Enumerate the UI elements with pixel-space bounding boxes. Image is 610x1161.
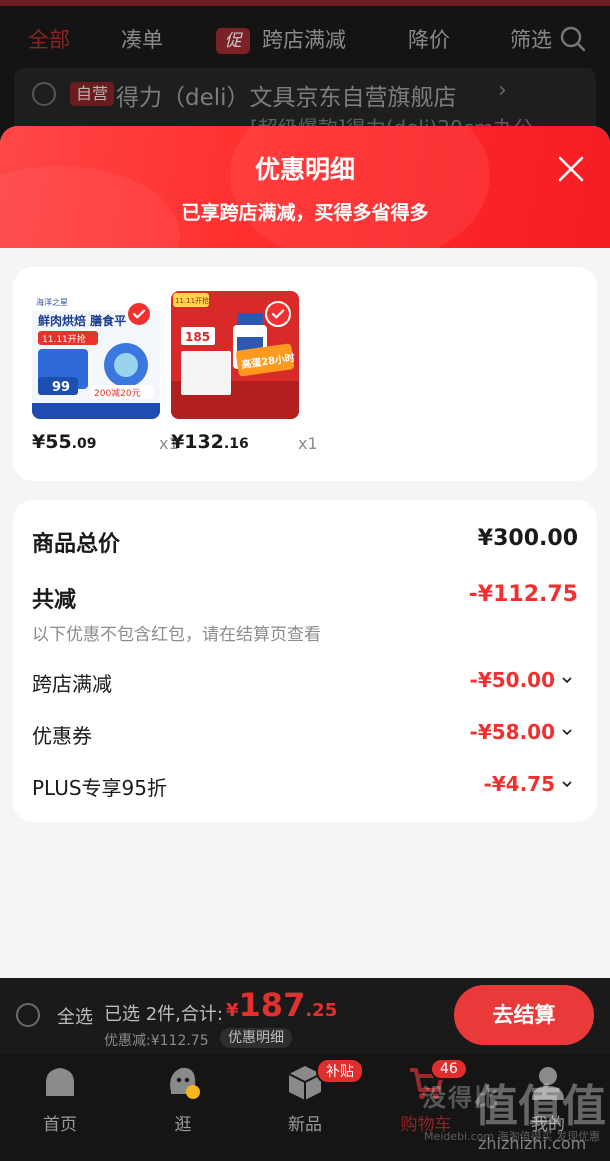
filter-screen[interactable]: 筛选 <box>510 24 552 54</box>
select-all-checkbox[interactable] <box>16 1003 40 1027</box>
discount-row-amount[interactable]: -¥58.00 <box>470 720 573 744</box>
total-decimal: .25 <box>305 1000 338 1021</box>
filter-cross-store-label: 跨店满减 <box>262 28 346 52</box>
select-all-label[interactable]: 全选 <box>57 1003 93 1029</box>
filter-bundle[interactable]: 凑单 <box>121 24 163 54</box>
products-card: 海洋之星 鲜肉烘焙 膳食平 11.11开抢 99 200减20元 ¥55.09 … <box>13 267 597 481</box>
product-price: ¥55.09 <box>32 431 96 453</box>
product-image[interactable]: 海洋之星 鲜肉烘焙 膳食平 11.11开抢 99 200减20元 <box>32 291 160 419</box>
watermark-url: zhizhizhi.com <box>478 1134 587 1153</box>
thumb-tag: 11.11开抢 <box>42 333 86 345</box>
chevron-down-icon <box>562 729 572 736</box>
discount-value: -¥50.00 <box>469 668 555 692</box>
shop-name[interactable]: 得力（deli）文具京东自营旗舰店 <box>116 78 457 112</box>
discount-row-amount[interactable]: -¥4.75 <box>483 772 573 796</box>
total-price-amount: ¥300.00 <box>477 526 578 551</box>
tab-home[interactable]: 首页 <box>10 1062 110 1135</box>
discount-summary: 优惠减:¥112.75 <box>104 1033 209 1049</box>
checkmark-icon <box>126 301 152 327</box>
discount-value: -¥58.00 <box>469 720 555 744</box>
chevron-right-icon: › <box>498 78 507 103</box>
explore-icon <box>170 1067 200 1099</box>
filter-cross-store[interactable]: 促跨店满减 <box>216 24 346 54</box>
subsidy-badge: 补贴 <box>316 1058 364 1084</box>
discount-row-label: 优惠券 <box>32 724 92 748</box>
thumb-coupon: 200减20元 <box>94 387 141 399</box>
chevron-down-icon <box>562 781 572 788</box>
total-price-label: 商品总价 <box>32 532 121 557</box>
thumb-price: 185 <box>185 330 210 344</box>
product-image[interactable]: 11.11开抢 185 高蛋28小时 <box>171 291 299 419</box>
thumb-text: 鲜肉烘焙 膳食平 <box>38 313 126 328</box>
currency-symbol: ¥ <box>226 1000 239 1021</box>
total-reduction-label: 共减 <box>32 588 77 613</box>
filter-price-drop[interactable]: 降价 <box>408 24 450 54</box>
discount-row-amount[interactable]: -¥50.00 <box>470 668 573 692</box>
total-reduction-amount: -¥112.75 <box>468 582 578 607</box>
filter-bar: 全部 凑单 促跨店满减 降价 筛选 <box>0 18 610 60</box>
price-integer: ¥132 <box>171 431 224 453</box>
cart-count-badge: 46 <box>430 1058 468 1080</box>
discount-row-label: PLUS专享95折 <box>32 776 167 800</box>
price-integer: ¥55 <box>32 431 72 453</box>
sheet-title: 优惠明细 <box>254 155 355 184</box>
price-decimal: .09 <box>71 436 97 452</box>
discount-row-label: 跨店满减 <box>32 672 112 696</box>
discount-detail-button[interactable]: 优惠明细 <box>220 1028 292 1048</box>
checkout-button[interactable]: 去结算 <box>454 985 594 1045</box>
search-icon[interactable] <box>560 26 586 52</box>
checkout-bar: 全选 已选 2件,合计: ¥187.25 优惠减:¥112.75 优惠明细 去结… <box>0 978 610 1054</box>
price-decimal: .16 <box>223 436 249 452</box>
product-quantity: x1 <box>298 434 318 453</box>
thumb-price: 99 <box>52 380 70 395</box>
checkmark-icon <box>265 301 291 327</box>
total-integer: 187 <box>238 986 306 1024</box>
tab-label: 逛 <box>174 1115 192 1135</box>
reduction-note: 以下优惠不包含红包，请在结算页查看 <box>32 625 321 645</box>
selected-count: 已选 2件,合计: <box>104 1004 223 1025</box>
discount-detail-sheet: 优惠明细 已享跨店满减，买得多省得多 海洋之星 鲜肉烘焙 膳食平 11.11开抢 <box>0 126 610 978</box>
tab-label: 新品 <box>288 1115 322 1135</box>
sheet-subtitle: 已享跨店满减，买得多省得多 <box>181 202 429 224</box>
tab-explore[interactable]: 逛 <box>133 1062 233 1135</box>
status-strip <box>0 0 610 6</box>
discount-value: -¥4.75 <box>483 772 555 796</box>
thumb-brand: 海洋之星 <box>36 297 68 307</box>
promo-tag: 促 <box>216 28 250 54</box>
price-summary-card: 商品总价 ¥300.00 共减 -¥112.75 以下优惠不包含红包，请在结算页… <box>13 500 597 822</box>
header-decoration <box>230 126 490 266</box>
home-icon <box>46 1068 74 1096</box>
thumb-tag: 11.11开抢 <box>175 296 209 305</box>
filter-all[interactable]: 全部 <box>28 24 70 54</box>
close-icon[interactable] <box>552 150 590 188</box>
total-amount: ¥187.25 <box>226 986 337 1024</box>
watermark-logo: 值值值 <box>474 1081 606 1132</box>
product-item[interactable]: 海洋之星 鲜肉烘焙 膳食平 11.11开抢 99 200减20元 ¥55.09 … <box>32 291 179 453</box>
tab-label: 首页 <box>43 1115 77 1135</box>
shop-checkbox[interactable] <box>32 82 56 106</box>
chevron-down-icon <box>562 677 572 684</box>
product-item[interactable]: 11.11开抢 185 高蛋28小时 ¥132.16 x1 <box>171 291 318 453</box>
self-operated-badge: 自营 <box>70 82 114 106</box>
product-price: ¥132.16 <box>171 431 249 453</box>
sheet-header: 优惠明细 已享跨店满减，买得多省得多 <box>0 126 610 306</box>
